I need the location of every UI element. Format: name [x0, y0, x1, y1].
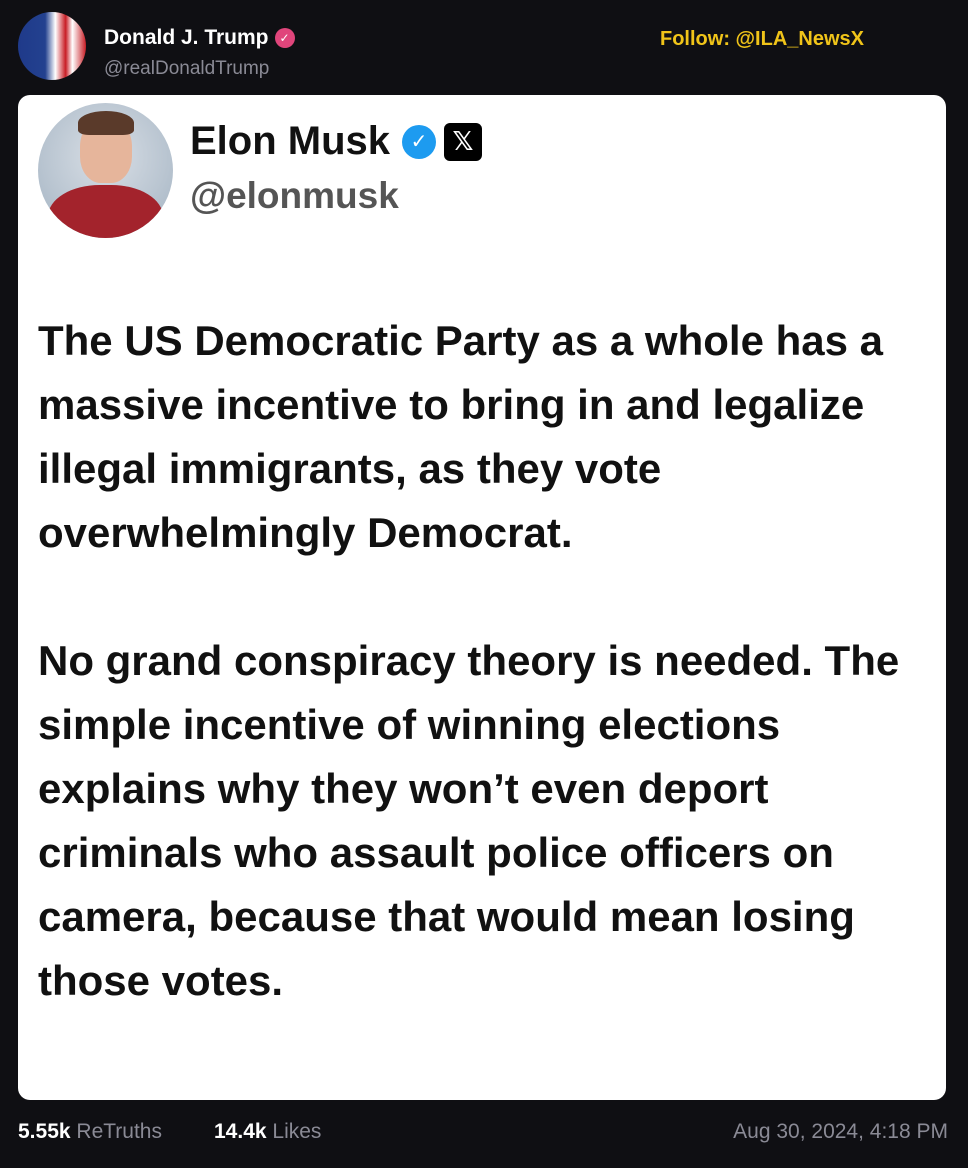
likes-count: 14.4k [214, 1120, 267, 1143]
likes-label: Likes [272, 1120, 322, 1143]
watermark-text: Follow: @ILA_NewsX [660, 28, 864, 50]
x-logo-icon: 𝕏 [444, 122, 483, 161]
quoted-author-avatar [38, 103, 173, 238]
retruths-label: ReTruths [76, 1120, 162, 1143]
retruths-count: 5.55k [18, 1120, 71, 1143]
likes-stat[interactable]: 14.4k Likes [214, 1120, 321, 1144]
truth-social-post: Donald J. Trump ✓ @realDonaldTrump Follo… [0, 0, 968, 1168]
avatar-hair-shape [78, 111, 134, 135]
quoted-paragraph: No grand conspiracy theory is needed. Th… [38, 637, 900, 1004]
post-timestamp[interactable]: Aug 30, 2024, 4:18 PM [733, 1120, 948, 1144]
quoted-author-name-row: Elon Musk ✓ 𝕏 [190, 119, 483, 164]
avatar-suit-shape [48, 185, 163, 238]
verified-check-icon: ✓ [402, 124, 437, 159]
quoted-post-body: The US Democratic Party as a whole has a… [38, 309, 918, 1013]
quoted-paragraph: The US Democratic Party as a whole has a… [38, 317, 884, 556]
author-avatar[interactable] [18, 12, 86, 80]
quoted-author-handle: @elonmusk [190, 175, 399, 216]
quoted-author-name: Elon Musk [190, 119, 391, 163]
author-name-row[interactable]: Donald J. Trump ✓ [104, 26, 295, 50]
verified-badge-icon: ✓ [274, 28, 295, 48]
author-name[interactable]: Donald J. Trump [104, 26, 269, 50]
quoted-post-card[interactable]: Elon Musk ✓ 𝕏 @elonmusk The US Democrati… [18, 95, 946, 1100]
author-handle[interactable]: @realDonaldTrump [104, 58, 269, 80]
retruths-stat[interactable]: 5.55k ReTruths [18, 1120, 162, 1144]
post-header: Donald J. Trump ✓ @realDonaldTrump Follo… [18, 12, 950, 92]
